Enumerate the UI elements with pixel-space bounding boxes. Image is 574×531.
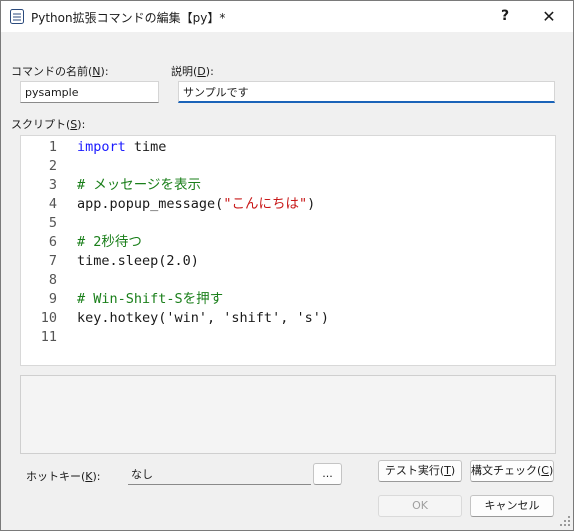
code-token-pre: key.hotkey('win', 'shift', 's') xyxy=(77,310,329,326)
line-number: 11 xyxy=(40,329,57,345)
command-name-input[interactable]: pysample xyxy=(20,81,159,103)
output-pane xyxy=(20,375,556,454)
ok-button[interactable]: OK xyxy=(378,495,462,517)
code-line: 7 time.sleep(2.0) xyxy=(21,252,199,271)
hotkey-label: ホットキー(K): xyxy=(26,470,101,483)
code-text: key.hotkey('win', 'shift', 's') xyxy=(77,309,329,328)
code-line: 5 xyxy=(21,214,57,233)
title-bar: Python拡張コマンドの編集【py】* ? ✕ xyxy=(1,1,573,32)
python-extension-command-dialog: Python拡張コマンドの編集【py】* ? ✕ コマンドの名前(N): pys… xyxy=(0,0,574,531)
document-icon xyxy=(10,9,24,24)
close-icon: ✕ xyxy=(542,7,556,26)
test-run-button[interactable]: テスト実行(T) xyxy=(378,460,462,482)
cancel-button[interactable]: キャンセル xyxy=(470,495,554,517)
code-text: import time xyxy=(77,138,166,157)
code-text: app.popup_message("こんにちは") xyxy=(77,195,315,214)
resize-grip-icon[interactable] xyxy=(559,515,571,527)
code-line: 8 xyxy=(21,271,57,290)
code-line: 6 # 2秒待つ xyxy=(21,233,142,252)
code-token-pre: app.popup_message( xyxy=(77,196,224,212)
code-token-kw: import xyxy=(77,139,126,155)
code-line: 3 # メッセージを表示 xyxy=(21,176,201,195)
code-text: # Win-Shift-Sを押す xyxy=(77,290,223,309)
line-number: 6 xyxy=(48,234,57,250)
code-token-comment: # メッセージを表示 xyxy=(77,177,201,193)
code-text: # 2秒待つ xyxy=(77,233,142,252)
line-number: 4 xyxy=(48,196,57,212)
hotkey-browse-button[interactable]: ... xyxy=(313,463,342,485)
script-editor[interactable]: 1 import time 2 3 # メッセージを表示 4 app.popup_messa… xyxy=(20,135,556,366)
syntax-check-button[interactable]: 構文チェック(C) xyxy=(470,460,554,482)
code-line: 1 import time xyxy=(21,138,167,157)
line-number: 10 xyxy=(40,310,57,326)
description-label: 説明(D): xyxy=(171,65,214,78)
close-button[interactable]: ✕ xyxy=(527,1,571,32)
code-line: 11 xyxy=(21,328,57,347)
help-button[interactable]: ? xyxy=(483,1,527,32)
code-line: 4 app.popup_message("こんにちは") xyxy=(21,195,315,214)
description-input[interactable]: サンプルです xyxy=(178,81,555,103)
code-line: 9 # Win-Shift-Sを押す xyxy=(21,290,223,309)
code-token-comment: # Win-Shift-Sを押す xyxy=(77,291,224,307)
line-number: 3 xyxy=(48,177,57,193)
line-number: 7 xyxy=(48,253,57,269)
code-line: 2 xyxy=(21,157,57,176)
line-number: 2 xyxy=(48,158,57,174)
line-number: 9 xyxy=(48,291,57,307)
code-text: # メッセージを表示 xyxy=(77,176,201,195)
script-label: スクリプト(S): xyxy=(11,118,86,131)
command-name-label: コマンドの名前(N): xyxy=(11,65,109,78)
code-token-comment: # 2秒待つ xyxy=(77,234,142,250)
code-token-rest: time xyxy=(125,139,167,155)
line-number: 8 xyxy=(48,272,57,288)
window-title: Python拡張コマンドの編集【py】* xyxy=(31,11,226,25)
line-number: 1 xyxy=(48,139,57,155)
hotkey-value[interactable]: なし xyxy=(128,463,311,485)
line-number: 5 xyxy=(48,215,57,231)
code-text: time.sleep(2.0) xyxy=(77,252,199,271)
code-token-post: ) xyxy=(307,196,316,212)
code-token-str: "こんにちは" xyxy=(223,196,308,212)
code-line: 10 key.hotkey('win', 'shift', 's') xyxy=(21,309,329,328)
code-token-pre: time.sleep(2.0) xyxy=(77,253,199,269)
